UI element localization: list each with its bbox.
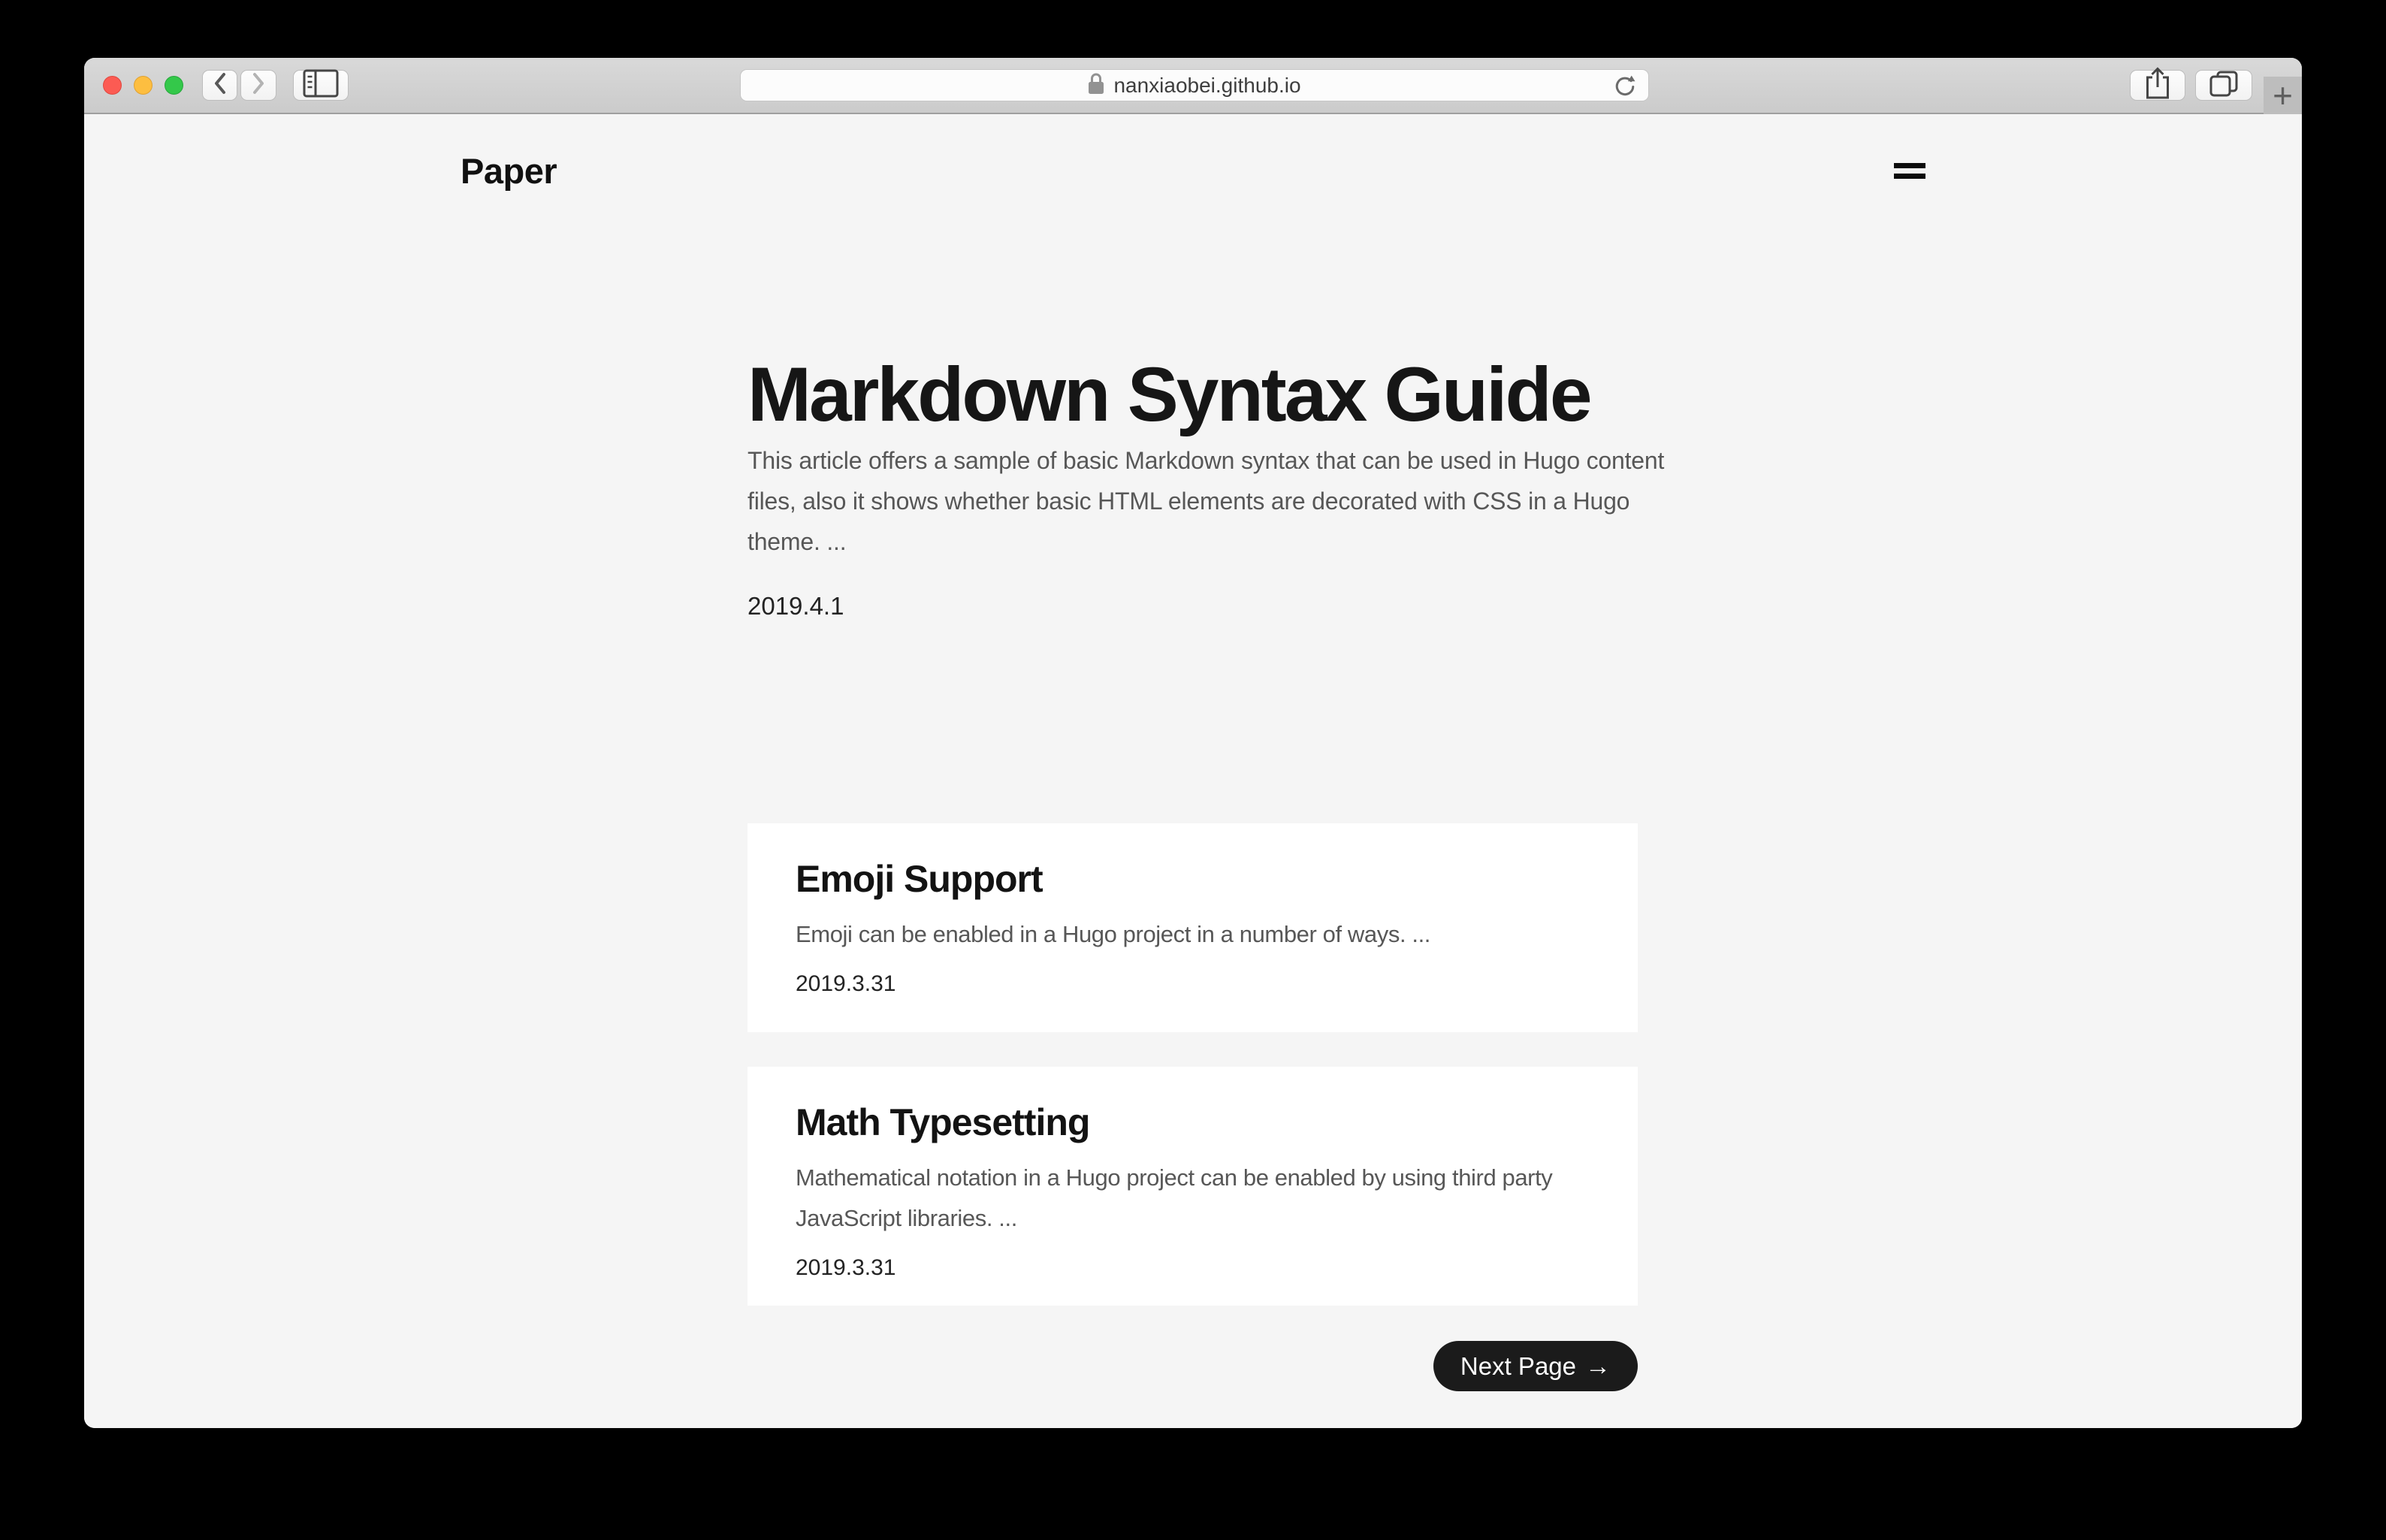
menu-icon: [1894, 163, 1925, 168]
post-date: 2019.3.31: [796, 971, 1620, 997]
forward-button[interactable]: [240, 70, 276, 101]
featured-post-date: 2019.4.1: [748, 592, 844, 621]
refresh-icon[interactable]: [1614, 75, 1636, 101]
zoom-window-button[interactable]: [165, 76, 183, 95]
post-excerpt: Mathematical notation in a Hugo project …: [796, 1158, 1620, 1239]
featured-post-title[interactable]: Markdown Syntax Guide: [748, 355, 1590, 435]
arrow-right-icon: →: [1585, 1354, 1611, 1379]
webpage-viewport: Paper Markdown Syntax Guide This article…: [84, 116, 2302, 1428]
main-content: Markdown Syntax Guide This article offer…: [748, 116, 1638, 1428]
share-button[interactable]: [2130, 70, 2185, 101]
browser-toolbar: nanxiaobei.github.io: [84, 58, 2302, 114]
url-text: nanxiaobei.github.io: [1113, 74, 1300, 98]
featured-post-excerpt: This article offers a sample of basic Ma…: [748, 440, 1672, 562]
tabs-overview-icon: [2209, 70, 2239, 101]
sidebar-toggle-button[interactable]: [293, 70, 349, 101]
post-date: 2019.3.31: [796, 1255, 1620, 1281]
next-page-button[interactable]: Next Page →: [1433, 1341, 1638, 1391]
new-tab-button[interactable]: +: [2264, 77, 2302, 114]
share-icon: [2145, 67, 2170, 104]
address-bar[interactable]: nanxiaobei.github.io: [740, 69, 1649, 101]
menu-button[interactable]: [1892, 159, 1927, 183]
site-logo[interactable]: Paper: [461, 150, 557, 192]
post-title[interactable]: Emoji Support: [796, 858, 1620, 901]
menu-icon: [1894, 174, 1925, 179]
sidebar-icon: [303, 69, 339, 101]
plus-icon: +: [2273, 78, 2293, 113]
browser-window: nanxiaobei.github.io: [84, 58, 2302, 1428]
post-excerpt: Emoji can be enabled in a Hugo project i…: [796, 914, 1620, 955]
post-card[interactable]: Math Typesetting Mathematical notation i…: [748, 1067, 1638, 1306]
back-button[interactable]: [202, 70, 237, 101]
chevron-right-icon: [251, 72, 266, 98]
close-window-button[interactable]: [103, 76, 122, 95]
post-title[interactable]: Math Typesetting: [796, 1101, 1620, 1144]
chevron-left-icon: [213, 72, 228, 98]
show-tabs-button[interactable]: [2195, 70, 2252, 101]
minimize-window-button[interactable]: [134, 76, 153, 95]
lock-icon: [1088, 72, 1104, 98]
post-card[interactable]: Emoji Support Emoji can be enabled in a …: [748, 823, 1638, 1032]
next-page-label: Next Page: [1460, 1352, 1576, 1381]
